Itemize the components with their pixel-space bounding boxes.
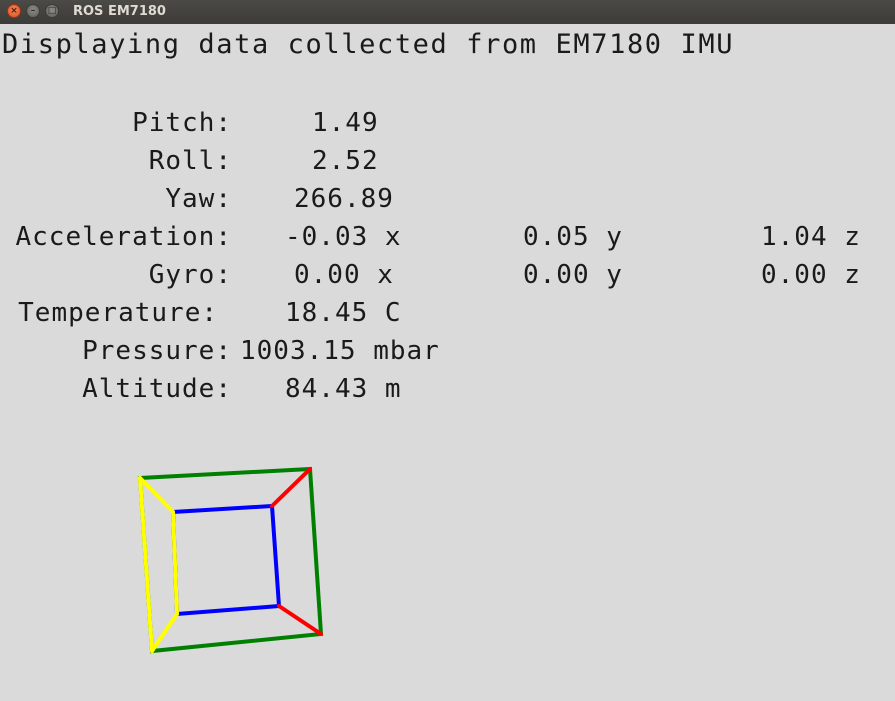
cube-edge-top-right (270, 467, 312, 508)
cube-edge-top-left (138, 476, 175, 514)
cube-inner-face (170, 503, 282, 617)
cube-side-left (138, 476, 154, 653)
cube-side-left-inner (171, 510, 179, 616)
cube-edge-bottom-left (150, 612, 179, 653)
cube-edge-bottom-right (277, 604, 323, 636)
orientation-cube (137, 466, 324, 654)
cube-outer-face (137, 466, 324, 654)
